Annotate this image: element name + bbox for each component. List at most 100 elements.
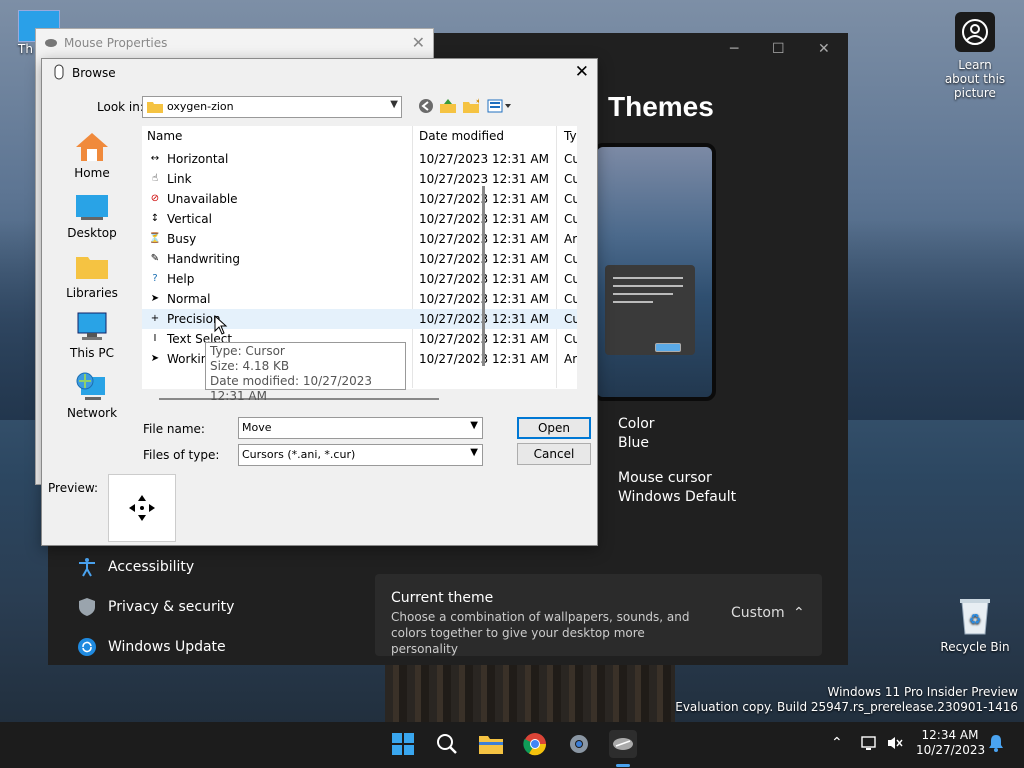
mouse-cursor-value: Windows Default: [618, 489, 737, 505]
svg-text:♻: ♻: [969, 612, 982, 628]
column-header-date[interactable]: Date modified: [419, 126, 504, 146]
watermark-line2: Evaluation copy. Build 25947.rs_prerelea…: [675, 700, 1018, 714]
file-name-input[interactable]: Move ▼: [238, 417, 483, 439]
desktop-icon-recycle-bin[interactable]: ♻ Recycle Bin: [940, 596, 1010, 654]
row-type: Cu: [564, 152, 577, 166]
row-name: Precision: [167, 312, 221, 326]
chevron-down-icon[interactable]: ▼: [470, 447, 478, 458]
folder-icon: [147, 100, 163, 116]
volume-muted-icon[interactable]: [886, 734, 904, 755]
search-button[interactable]: [433, 730, 461, 758]
place-libraries[interactable]: Libraries: [47, 251, 137, 300]
mouse-cursor-setting[interactable]: Mouse cursor Windows Default: [618, 469, 736, 507]
row-name: Normal: [167, 292, 211, 306]
table-row[interactable]: ↕ Vertical 10/27/2023 12:31 AM Cu: [142, 209, 577, 229]
notification-bell-icon[interactable]: [988, 734, 1004, 755]
place-network[interactable]: Network: [47, 371, 137, 420]
learn-about-picture[interactable]: Learn about this picture: [940, 12, 1010, 100]
shield-icon: [76, 596, 98, 618]
place-label: Libraries: [66, 286, 118, 300]
place-desktop[interactable]: Desktop: [47, 191, 137, 240]
mouse-icon: [613, 738, 633, 750]
clock-date: 10/27/2023: [916, 743, 986, 757]
column-header-type[interactable]: Ty: [564, 126, 577, 146]
place-home[interactable]: Home: [47, 131, 137, 180]
cursor-preview: [108, 474, 176, 542]
row-name: Link: [167, 172, 192, 186]
maximize-button[interactable]: ☐: [772, 41, 785, 57]
sidebar-item-windows-update[interactable]: Windows Update: [76, 636, 226, 658]
minimize-button[interactable]: ─: [730, 41, 738, 57]
close-button[interactable]: ✕: [412, 33, 425, 52]
table-row[interactable]: ⊘ Unavailable 10/27/2023 12:31 AM Cu: [142, 189, 577, 209]
cancel-button[interactable]: Cancel: [517, 443, 591, 465]
look-in-dropdown[interactable]: oxygen-zion ▼: [142, 96, 402, 118]
chrome-button[interactable]: [521, 730, 549, 758]
sidebar-item-accessibility[interactable]: Accessibility: [76, 556, 194, 578]
cursor-working-icon: ➤: [150, 353, 160, 364]
place-this-pc[interactable]: This PC: [47, 311, 137, 360]
row-type: Cu: [564, 292, 577, 306]
network-status-icon[interactable]: [860, 734, 878, 755]
row-name: Handwriting: [167, 252, 240, 266]
row-name: Horizontal: [167, 152, 229, 166]
chevron-down-icon[interactable]: ▼: [470, 420, 478, 431]
file-explorer-button[interactable]: [477, 730, 505, 758]
row-type: Cu: [564, 332, 577, 346]
cursor-busy-icon: ⏳: [148, 233, 162, 244]
file-name-value: Move: [242, 421, 272, 434]
column-header-name[interactable]: Name: [147, 126, 182, 146]
back-icon[interactable]: [418, 98, 434, 118]
table-row[interactable]: ? Help 10/27/2023 12:31 AM Cu: [142, 269, 577, 289]
mouse-cursor-label: Mouse cursor: [618, 470, 712, 486]
table-row[interactable]: ⏳ Busy 10/27/2023 12:31 AM Ar: [142, 229, 577, 249]
mouse-properties-taskbar-button[interactable]: [609, 730, 637, 758]
table-row[interactable]: ✎ Handwriting 10/27/2023 12:31 AM Cu: [142, 249, 577, 269]
row-type: Cu: [564, 192, 577, 206]
place-label: Desktop: [67, 226, 117, 240]
close-button[interactable]: ✕: [818, 41, 830, 57]
cursor-precision-icon: +: [150, 313, 160, 324]
chevron-up-icon[interactable]: ⌃: [793, 605, 805, 621]
home-icon: [76, 133, 108, 161]
file-type-select[interactable]: Cursors (*.ani, *.cur) ▼: [238, 444, 483, 466]
mouse-properties-title: Mouse Properties: [64, 36, 168, 50]
up-folder-icon[interactable]: [440, 98, 456, 118]
current-theme-card[interactable]: Current theme Choose a combination of wa…: [375, 574, 822, 656]
table-row[interactable]: + Precision 10/27/2023 12:31 AM Cu: [142, 309, 577, 329]
browse-dialog: Browse ✕ Look in: oxygen-zion ▼ ✶ Home D…: [41, 58, 598, 546]
open-button[interactable]: Open: [517, 417, 591, 439]
table-row[interactable]: ☝ Link 10/27/2023 12:31 AM Cu: [142, 169, 577, 189]
camera-icon: [955, 12, 995, 52]
tooltip-date: Date modified: 10/27/2023 12:31 AM: [210, 374, 373, 403]
table-row[interactable]: ➤ Normal 10/27/2023 12:31 AM Cu: [142, 289, 577, 309]
active-indicator: [616, 764, 630, 767]
row-type: Cu: [564, 252, 577, 266]
row-type: Cu: [564, 312, 577, 326]
table-row[interactable]: ↔ Horizontal 10/27/2023 12:31 AM Cu: [142, 149, 577, 169]
cursor-file-icon: [53, 64, 65, 83]
new-folder-icon[interactable]: ✶: [463, 97, 482, 118]
settings-button[interactable]: [565, 730, 593, 758]
row-name: Help: [167, 272, 195, 286]
chevron-up-icon[interactable]: ⌃: [831, 735, 843, 751]
vertical-scrollbar[interactable]: [482, 186, 485, 366]
close-button[interactable]: ✕: [575, 62, 589, 82]
file-name-label: File name:: [143, 422, 205, 436]
chevron-down-icon: ▼: [390, 99, 398, 110]
start-button[interactable]: [389, 730, 417, 758]
mouse-properties-titlebar[interactable]: Mouse Properties ✕: [36, 29, 433, 57]
clock[interactable]: 12:34 AM 10/27/2023: [916, 728, 986, 758]
row-type: Ar: [564, 232, 577, 246]
gear-icon: [570, 735, 588, 753]
view-menu-icon[interactable]: [487, 98, 513, 118]
color-setting[interactable]: Color Blue: [618, 415, 655, 453]
mouse-icon: [44, 37, 58, 51]
preview-label: Preview:: [48, 481, 99, 495]
recycle-bin-label: Recycle Bin: [940, 640, 1010, 654]
taskbar: ⌃ 12:34 AM 10/27/2023: [0, 722, 1024, 768]
learn-label: Learn about this picture: [944, 58, 1006, 100]
file-tooltip: Type: Cursor Size: 4.18 KB Date modified…: [205, 342, 406, 403]
cursor-vertical-icon: ↕: [150, 213, 160, 224]
sidebar-item-privacy[interactable]: Privacy & security: [76, 596, 234, 618]
